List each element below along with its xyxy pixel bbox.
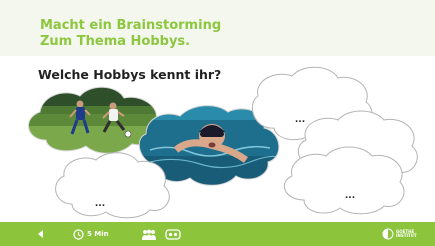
group-work-button[interactable]	[141, 222, 157, 246]
cloud-placeholder-bottom-right[interactable]: ...	[283, 146, 405, 215]
bottom-bar: 5 Min GOETHE INSTITUT	[0, 222, 435, 246]
pair-work-button[interactable]	[165, 222, 181, 246]
goethe-institut-logo-icon	[382, 228, 394, 240]
back-button[interactable]	[38, 222, 44, 246]
football-ball	[124, 130, 132, 138]
cloud-placeholder-bottom-left[interactable]: ...	[55, 152, 170, 219]
goethe-logo-text: GOETHE INSTITUT	[396, 229, 417, 239]
cloud-board: ... ... ... ...	[28, 66, 418, 219]
cloud-placeholder-label: ...	[295, 115, 305, 125]
goethe-logo-line-2: INSTITUT	[396, 233, 417, 238]
goethe-logo: GOETHE INSTITUT	[382, 222, 417, 246]
cloud-placeholder-label: ...	[345, 191, 355, 201]
timer-label: 5 Min	[87, 230, 109, 238]
cloud-placeholder-label: ...	[95, 199, 105, 209]
group-icon	[142, 229, 156, 240]
pair-icon	[165, 228, 181, 240]
clock-icon	[73, 228, 84, 240]
slide: Macht ein Brainstorming Zum Thema Hobbys…	[0, 0, 435, 246]
timer: 5 Min	[73, 222, 109, 246]
triangle-left-icon	[38, 230, 43, 238]
